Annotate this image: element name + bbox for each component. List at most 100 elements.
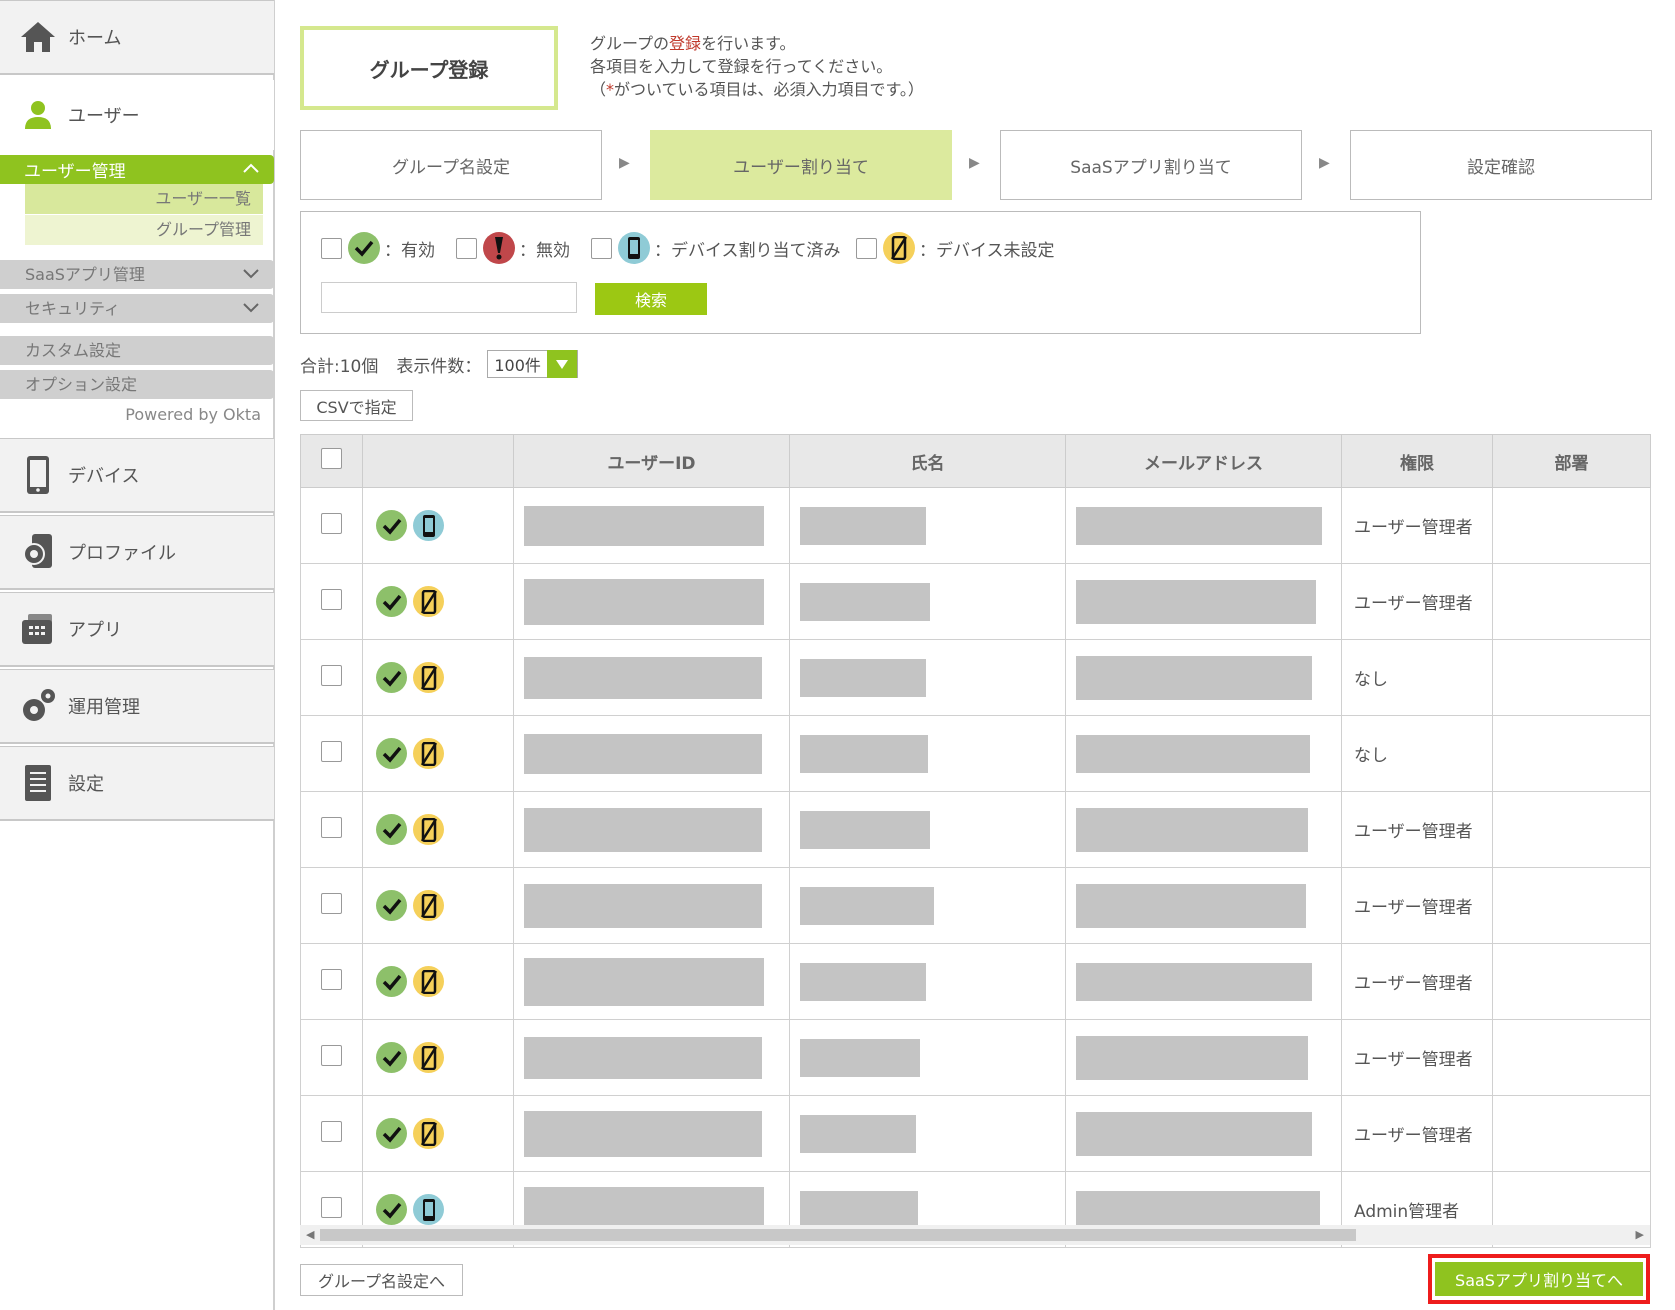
table-row[interactable]: ユーザー管理者 (300, 1095, 1651, 1172)
filter-unset-checkbox[interactable] (856, 237, 877, 259)
step-confirm[interactable]: 設定確認 (1350, 130, 1652, 200)
redacted-block (524, 578, 764, 625)
email-cell (1065, 1095, 1342, 1172)
redacted-block (1076, 734, 1310, 773)
email-cell (1065, 943, 1342, 1020)
scroll-left-icon[interactable]: ◀ (306, 1228, 314, 1241)
row-select-cell (300, 1095, 363, 1172)
nav-profile[interactable]: プロファイル (0, 515, 274, 590)
row-checkbox[interactable] (321, 512, 342, 534)
step-user-assign[interactable]: ユーザー割り当て (650, 130, 952, 200)
horizontal-scrollbar[interactable]: ◀ ▶ (300, 1225, 1650, 1245)
row-checkbox[interactable] (321, 588, 342, 610)
check-icon (376, 814, 407, 845)
filter-valid-label: ：有効 (384, 240, 435, 261)
page-description: グループの登録を行います。 各項目を入力して登録を行ってください。 （*がついて… (590, 34, 924, 99)
filter-invalid-checkbox[interactable] (456, 237, 477, 259)
row-checkbox[interactable] (321, 1044, 342, 1066)
redacted-block (800, 886, 934, 925)
csv-button[interactable]: CSVで指定 (300, 390, 413, 421)
dropdown-icon (546, 350, 577, 378)
check-icon (376, 1194, 407, 1225)
step-saas-assign[interactable]: SaaSアプリ割り当て (1000, 130, 1302, 200)
role-header[interactable]: 権限 (1341, 434, 1493, 488)
scroll-right-icon[interactable]: ▶ (1636, 1228, 1644, 1241)
redacted-block (800, 1190, 918, 1229)
check-icon (376, 890, 407, 921)
nav-saas-management[interactable]: SaaSアプリ管理 (0, 260, 274, 289)
table-row[interactable]: なし (300, 639, 1651, 716)
row-checkbox[interactable] (321, 968, 342, 990)
search-input[interactable] (321, 282, 577, 313)
row-checkbox[interactable] (321, 740, 342, 762)
nav-saas-management-label: SaaSアプリ管理 (25, 265, 145, 284)
table-row[interactable]: ユーザー管理者 (300, 1019, 1651, 1096)
table-row[interactable]: なし (300, 715, 1651, 792)
table-row[interactable]: ユーザー管理者 (300, 563, 1651, 640)
check-icon (376, 1042, 407, 1073)
filter-valid[interactable]: ：有効 (321, 232, 435, 264)
nav-device-label: デバイス (68, 466, 140, 487)
department-header[interactable]: 部署 (1492, 434, 1651, 488)
search-button[interactable]: 検索 (595, 283, 707, 315)
redacted-block (1076, 1035, 1308, 1080)
next-saas-assign-button[interactable]: SaaSアプリ割り当てへ (1435, 1262, 1643, 1296)
status-cell (362, 563, 514, 640)
row-checkbox[interactable] (321, 892, 342, 914)
row-checkbox[interactable] (321, 816, 342, 838)
nav-user[interactable]: ユーザー (0, 80, 274, 150)
select-all-checkbox[interactable] (321, 448, 342, 469)
status-cell (362, 791, 514, 868)
scrollbar-thumb[interactable] (320, 1229, 1356, 1241)
table-row[interactable]: ユーザー管理者 (300, 943, 1651, 1020)
per-page-label: 表示件数： (396, 356, 482, 377)
row-checkbox[interactable] (321, 1196, 342, 1218)
filter-unset[interactable]: ：デバイス未設定 (856, 232, 1055, 264)
user-id-cell (513, 639, 790, 716)
row-checkbox[interactable] (321, 664, 342, 686)
table-row[interactable]: ユーザー管理者 (300, 791, 1651, 868)
nav-group-management[interactable]: グループ管理 (25, 215, 263, 245)
nav-option-settings[interactable]: オプション設定 (0, 370, 274, 399)
phone-off-icon (413, 814, 444, 845)
row-select-cell (300, 943, 363, 1020)
filter-valid-checkbox[interactable] (321, 237, 342, 259)
chevron-down-icon (242, 294, 260, 326)
list-summary: 合計:10個 表示件数： 100件 (300, 350, 578, 378)
role-cell: ユーザー管理者 (1341, 943, 1493, 1020)
nav-custom-settings[interactable]: カスタム設定 (0, 336, 274, 365)
back-to-group-name-button[interactable]: グループ名設定へ (300, 1264, 463, 1296)
row-checkbox[interactable] (321, 1120, 342, 1142)
nav-home[interactable]: ホーム (0, 0, 274, 75)
per-page-select[interactable]: 100件 (487, 350, 578, 378)
user-table: ユーザーID 氏名 メールアドレス 権限 部署 ユーザー管理者 ユーザー管理者 なし… (300, 434, 1651, 1248)
row-select-cell (300, 563, 363, 640)
nav-security[interactable]: セキュリティ (0, 294, 274, 323)
nav-app[interactable]: アプリ (0, 592, 274, 667)
redacted-block (524, 1036, 762, 1079)
phone-off-icon (413, 586, 444, 617)
nav-user-management[interactable]: ユーザー管理 (0, 155, 274, 184)
email-header[interactable]: メールアドレス (1065, 434, 1342, 488)
redacted-block (524, 957, 764, 1006)
name-cell (789, 639, 1066, 716)
role-cell: ユーザー管理者 (1341, 1019, 1493, 1096)
filter-unset-label: ：デバイス未設定 (919, 240, 1055, 261)
nav-user-list[interactable]: ユーザー一覧 (25, 184, 263, 214)
check-icon (376, 586, 407, 617)
step-group-name[interactable]: グループ名設定 (300, 130, 602, 200)
table-row[interactable]: ユーザー管理者 (300, 867, 1651, 944)
nav-settings-label: 設定 (68, 774, 104, 795)
table-row[interactable]: ユーザー管理者 (300, 487, 1651, 564)
email-cell (1065, 639, 1342, 716)
filter-assigned-checkbox[interactable] (591, 237, 612, 259)
user-id-header[interactable]: ユーザーID (513, 434, 790, 488)
nav-operations[interactable]: 運用管理 (0, 669, 274, 744)
filter-invalid[interactable]: ：無効 (456, 232, 570, 264)
nav-settings[interactable]: 設定 (0, 746, 274, 821)
nav-device[interactable]: デバイス (0, 438, 274, 513)
name-header[interactable]: 氏名 (789, 434, 1066, 488)
redacted-block (1076, 962, 1312, 1001)
role-cell: ユーザー管理者 (1341, 563, 1493, 640)
filter-assigned[interactable]: ：デバイス割り当て済み (591, 232, 841, 264)
